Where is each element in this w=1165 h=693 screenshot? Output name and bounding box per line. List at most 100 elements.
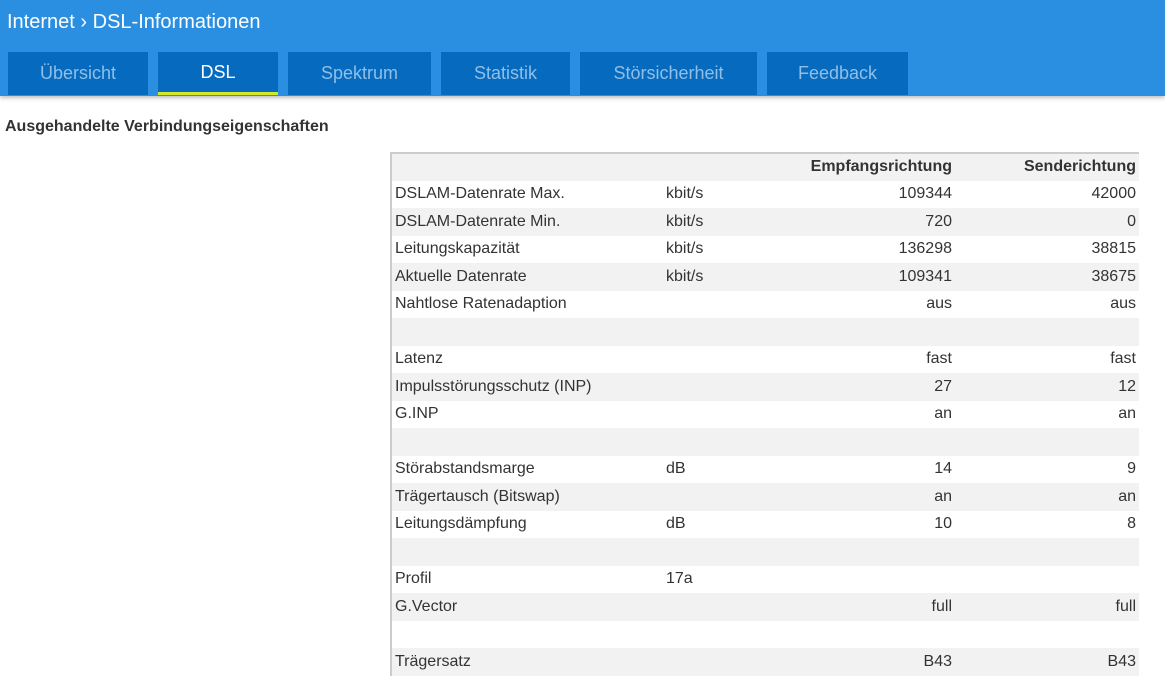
cell-unit: kbit/s xyxy=(666,185,704,203)
cell-label xyxy=(391,621,663,649)
header-downstream: Empfangsrichtung xyxy=(783,153,955,181)
cell-upstream: an xyxy=(955,483,1139,511)
table-row: Aktuelle Datenrate kbit/s 109341 38675 xyxy=(391,263,1139,291)
header-bar: Internet › DSL-Informationen Übersicht D… xyxy=(0,0,1165,96)
tab-dsl[interactable]: DSL xyxy=(158,52,278,95)
cell-upstream: fast xyxy=(1110,350,1136,368)
cell-label: G.INP xyxy=(395,405,439,423)
breadcrumb: Internet › DSL-Informationen xyxy=(7,11,261,34)
cell-unit: dB xyxy=(666,460,686,478)
cell-downstream: 109344 xyxy=(898,185,952,203)
cell-upstream: 9 xyxy=(1127,460,1136,478)
tab-stoersicherheit[interactable]: Störsicherheit xyxy=(580,52,757,95)
table-row: Störabstandsmarge dB 14 9 xyxy=(391,456,1139,484)
tab-bar: Übersicht DSL Spektrum Statistik Störsic… xyxy=(8,52,908,95)
header-label xyxy=(391,153,663,181)
cell-label xyxy=(391,538,663,566)
cell-unit xyxy=(663,648,783,676)
cell-upstream: 38815 xyxy=(1091,240,1137,258)
cell-upstream xyxy=(955,621,1139,649)
cell-unit xyxy=(663,621,783,649)
cell-upstream: 42000 xyxy=(1091,185,1137,203)
cell-downstream: 136298 xyxy=(898,240,952,258)
cell-upstream: B43 xyxy=(955,648,1139,676)
cell-label: Aktuelle Datenrate xyxy=(391,263,663,291)
cell-label: Profil xyxy=(395,570,432,588)
cell-unit: kbit/s xyxy=(663,263,783,291)
cell-downstream: 109341 xyxy=(783,263,955,291)
cell-upstream: an xyxy=(1118,405,1136,423)
table-row: Profil 17a xyxy=(391,566,1139,594)
cell-unit xyxy=(663,538,783,566)
cell-upstream: 8 xyxy=(1127,515,1136,533)
cell-label: Trägertausch (Bitswap) xyxy=(391,483,663,511)
tab-spektrum[interactable]: Spektrum xyxy=(288,52,431,95)
cell-unit xyxy=(663,428,783,456)
cell-unit: dB xyxy=(666,515,686,533)
cell-downstream: fast xyxy=(926,350,952,368)
cell-downstream xyxy=(783,318,955,346)
cell-unit xyxy=(663,593,783,621)
chevron-right-icon: › xyxy=(80,11,88,33)
table-row: Impulsstörungsschutz (INP) 27 12 xyxy=(391,373,1139,401)
cell-label: Impulsstörungsschutz (INP) xyxy=(391,373,663,401)
cell-unit: kbit/s xyxy=(663,208,783,236)
cell-label: Nahtlose Ratenadaption xyxy=(395,295,567,313)
table-row: Nahtlose Ratenadaption aus aus xyxy=(391,291,1139,319)
cell-label xyxy=(391,318,663,346)
table-row: G.INP an an xyxy=(391,401,1139,429)
cell-unit xyxy=(663,401,783,429)
table-row: Trägertausch (Bitswap) an an xyxy=(391,483,1139,511)
table-row xyxy=(391,538,1139,566)
tab-feedback[interactable]: Feedback xyxy=(767,52,908,95)
cell-label: Leitungskapazität xyxy=(395,240,520,258)
cell-upstream xyxy=(955,318,1139,346)
table-row: G.Vector full full xyxy=(391,593,1139,621)
cell-upstream xyxy=(955,566,1139,594)
cell-label: Trägersatz xyxy=(391,648,663,676)
cell-unit xyxy=(663,346,783,374)
cell-downstream: 10 xyxy=(934,515,952,533)
table-row: Trägersatz B43 B43 xyxy=(391,648,1139,676)
cell-label: Leitungsdämpfung xyxy=(395,515,527,533)
table-row: Latenz fast fast xyxy=(391,346,1139,374)
table-row xyxy=(391,428,1139,456)
cell-label: Störabstandsmarge xyxy=(395,460,535,478)
cell-unit xyxy=(663,483,783,511)
cell-upstream xyxy=(955,428,1139,456)
cell-label: G.Vector xyxy=(391,593,663,621)
cell-unit: 17a xyxy=(666,570,693,588)
cell-label: Latenz xyxy=(395,350,444,368)
cell-upstream: aus xyxy=(1110,295,1136,313)
table-row: DSLAM-Datenrate Min. kbit/s 720 0 xyxy=(391,208,1139,236)
cell-downstream: aus xyxy=(926,295,952,313)
cell-downstream: 27 xyxy=(783,373,955,401)
header-upstream: Senderichtung xyxy=(955,153,1139,181)
cell-downstream xyxy=(783,428,955,456)
cell-downstream xyxy=(783,566,955,594)
cell-label xyxy=(391,428,663,456)
table-row: DSLAM-Datenrate Max. kbit/s 109344 42000 xyxy=(391,181,1139,209)
cell-downstream xyxy=(783,621,955,649)
cell-downstream xyxy=(783,538,955,566)
table-row: Leitungsdämpfung dB 10 8 xyxy=(391,511,1139,539)
table-row: Leitungskapazität kbit/s 136298 38815 xyxy=(391,236,1139,264)
connection-properties-table: Empfangsrichtung Senderichtung DSLAM-Dat… xyxy=(390,152,1139,676)
cell-unit: kbit/s xyxy=(666,240,704,258)
cell-downstream: 14 xyxy=(934,460,952,478)
tab-uebersicht[interactable]: Übersicht xyxy=(8,52,148,95)
cell-downstream: 720 xyxy=(783,208,955,236)
cell-downstream: B43 xyxy=(783,648,955,676)
tab-statistik[interactable]: Statistik xyxy=(441,52,570,95)
cell-upstream: 12 xyxy=(955,373,1139,401)
table-row xyxy=(391,318,1139,346)
cell-upstream xyxy=(955,538,1139,566)
breadcrumb-current: DSL-Informationen xyxy=(92,11,261,33)
header-unit xyxy=(663,153,783,181)
table-row xyxy=(391,621,1139,649)
breadcrumb-parent[interactable]: Internet xyxy=(7,11,75,33)
section-title: Ausgehandelte Verbindungseigenschaften xyxy=(5,118,329,135)
cell-downstream: an xyxy=(934,405,952,423)
cell-downstream: an xyxy=(783,483,955,511)
cell-upstream: 0 xyxy=(955,208,1139,236)
